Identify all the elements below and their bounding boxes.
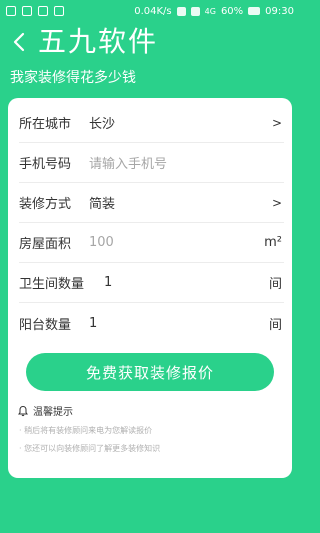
tip-item: · 您还可以向装修顾问了解更多装修知识 <box>19 444 161 453</box>
notification-icon <box>54 6 64 16</box>
city-row[interactable]: 所在城市 长沙 > <box>19 103 284 143</box>
area-row[interactable]: 房屋面积 100 m² <box>19 223 284 263</box>
balconies-row[interactable]: 阳台数量 1 间 <box>19 303 284 343</box>
tip-text: 您还可以向装修顾问了解更多装修知识 <box>24 444 161 453</box>
notification-icon <box>6 6 16 16</box>
bathrooms-label: 卫生间数量 <box>19 277 85 292</box>
method-value: 简装 <box>89 197 116 212</box>
get-quote-button[interactable]: 免费获取装修报价 <box>26 353 274 391</box>
tip-item: · 稍后将有装修顾问来电为您解读报价 <box>19 426 153 435</box>
tips-header: 温馨提示 <box>17 403 287 418</box>
system-status: 0.04K/s 4G 60% 09:30 <box>134 6 294 17</box>
tip-text: 稍后将有装修顾问来电为您解读报价 <box>24 426 153 435</box>
bathrooms-input[interactable]: 1 <box>104 275 269 290</box>
balconies-input[interactable]: 1 <box>89 316 269 331</box>
notification-icon <box>22 6 32 16</box>
bathrooms-unit: 间 <box>268 277 282 292</box>
chevron-left-icon <box>13 32 25 52</box>
app-bar: 五九软件 <box>0 22 300 62</box>
city-value: 长沙 <box>89 117 116 132</box>
city-label: 所在城市 <box>19 117 72 132</box>
battery-icon <box>248 7 261 15</box>
notification-icons <box>6 6 64 16</box>
area-input[interactable]: 100 <box>89 235 264 250</box>
tips-title: 温馨提示 <box>33 407 73 418</box>
method-label: 装修方式 <box>19 197 72 212</box>
status-bar: 0.04K/s 4G 60% 09:30 <box>0 0 300 22</box>
network-speed: 0.04K/s <box>134 5 172 17</box>
notification-icon <box>38 6 48 16</box>
chevron-right-icon: > <box>271 115 282 130</box>
area-unit: m² <box>264 235 282 250</box>
method-row[interactable]: 装修方式 简装 > <box>19 183 284 223</box>
bell-icon <box>18 405 28 416</box>
page-subtitle: 我家装修得花多少钱 <box>10 70 136 86</box>
back-button[interactable] <box>8 27 30 57</box>
phone-row[interactable]: 手机号码 请输入手机号 <box>19 143 284 183</box>
mute-icon <box>176 6 186 16</box>
chevron-right-icon: > <box>271 195 282 210</box>
phone-label: 手机号码 <box>19 157 72 172</box>
network-type: 4G <box>204 6 216 16</box>
wifi-icon <box>190 6 200 16</box>
bathrooms-row[interactable]: 卫生间数量 1 间 <box>19 263 284 303</box>
clock: 09:30 <box>265 5 294 17</box>
quote-form-card: 所在城市 长沙 > 手机号码 请输入手机号 装修方式 简装 > 房屋面积 100… <box>8 98 292 478</box>
phone-input[interactable]: 请输入手机号 <box>89 153 284 172</box>
battery-level: 60% <box>220 5 244 17</box>
tips-section: 温馨提示 · 稍后将有装修顾问来电为您解读报价 · 您还可以向装修顾问了解更多装… <box>17 403 287 454</box>
balconies-unit: 间 <box>268 317 282 333</box>
balconies-label: 阳台数量 <box>19 317 72 333</box>
area-label: 房屋面积 <box>19 237 72 252</box>
app-title: 五九软件 <box>38 25 159 58</box>
